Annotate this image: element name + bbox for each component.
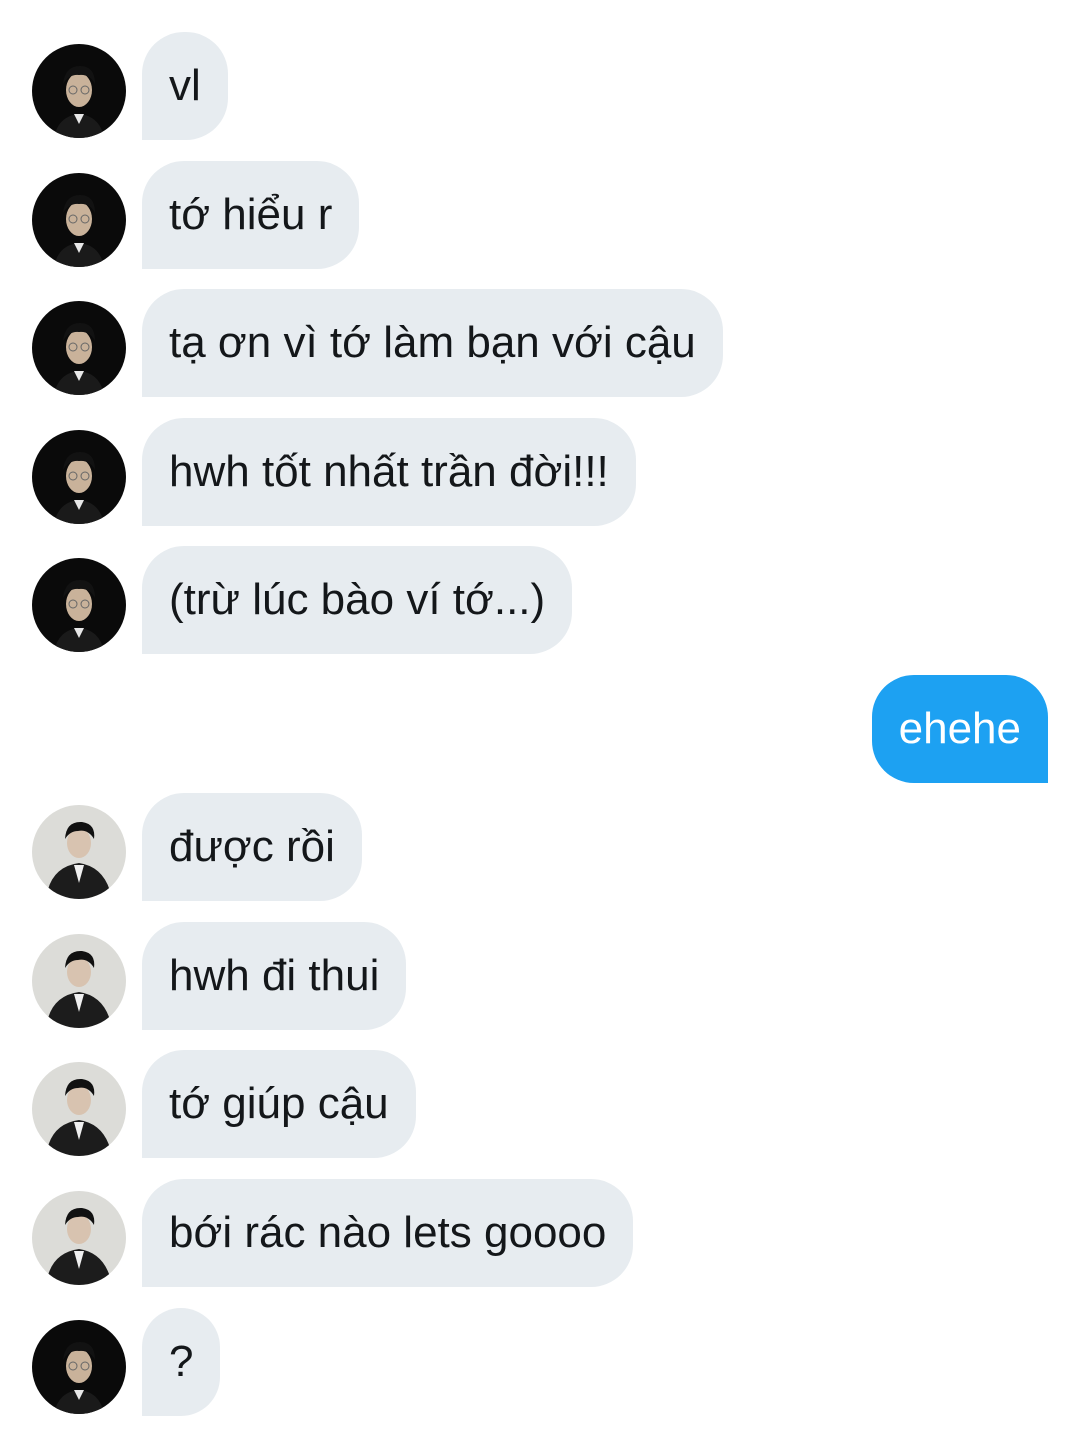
message-bubble-incoming[interactable]: được rồi [142,793,362,901]
message-bubble-incoming[interactable]: tớ hiểu r [142,161,360,269]
avatar-icon [32,173,126,267]
message-row: vl [0,32,1077,140]
avatar-contact-a[interactable] [32,44,126,138]
message-row: bới rác nào lets goooo [0,1179,1077,1287]
avatar-contact-a[interactable] [32,1320,126,1414]
avatar-contact-b[interactable] [32,934,126,1028]
message-row: hwh tốt nhất trần đời!!! [0,418,1077,526]
message-row: tớ giúp cậu [0,1050,1077,1158]
message-row: hwh đi thui [0,922,1077,1030]
message-row: tớ hiểu r [0,161,1077,269]
avatar-contact-b[interactable] [32,805,126,899]
avatar-contact-a[interactable] [32,173,126,267]
message-row: (trừ lúc bào ví tớ...) [0,546,1077,654]
avatar-contact-b[interactable] [32,1191,126,1285]
avatar-contact-a[interactable] [32,430,126,524]
avatar-contact-b[interactable] [32,1062,126,1156]
avatar-icon [32,1320,126,1414]
avatar-icon [32,934,126,1028]
avatar-icon [32,1062,126,1156]
message-bubble-incoming[interactable]: ? [142,1308,221,1416]
message-bubble-incoming[interactable]: (trừ lúc bào ví tớ...) [142,546,573,654]
message-row: tạ ơn vì tớ làm bạn với cậu [0,289,1077,397]
message-bubble-incoming[interactable]: hwh tốt nhất trần đời!!! [142,418,636,526]
chat-conversation: { "conversation": { "messages": [ {"send… [0,0,1077,1436]
message-bubble-incoming[interactable]: hwh đi thui [142,922,407,1030]
message-bubble-incoming[interactable]: tớ giúp cậu [142,1050,416,1158]
avatar-icon [32,558,126,652]
avatar-contact-a[interactable] [32,558,126,652]
message-bubble-outgoing[interactable]: ehehe [871,675,1048,783]
message-bubble-incoming[interactable]: tạ ơn vì tớ làm bạn với cậu [142,289,723,397]
avatar-icon [32,44,126,138]
message-row: ? [0,1308,1077,1416]
avatar-icon [32,430,126,524]
message-row: được rồi [0,793,1077,901]
message-row: ehehe [0,675,1077,783]
avatar-icon [32,805,126,899]
avatar-icon [32,1191,126,1285]
message-bubble-incoming[interactable]: vl [142,32,228,140]
avatar-contact-a[interactable] [32,301,126,395]
message-bubble-incoming[interactable]: bới rác nào lets goooo [142,1179,634,1287]
avatar-icon [32,301,126,395]
